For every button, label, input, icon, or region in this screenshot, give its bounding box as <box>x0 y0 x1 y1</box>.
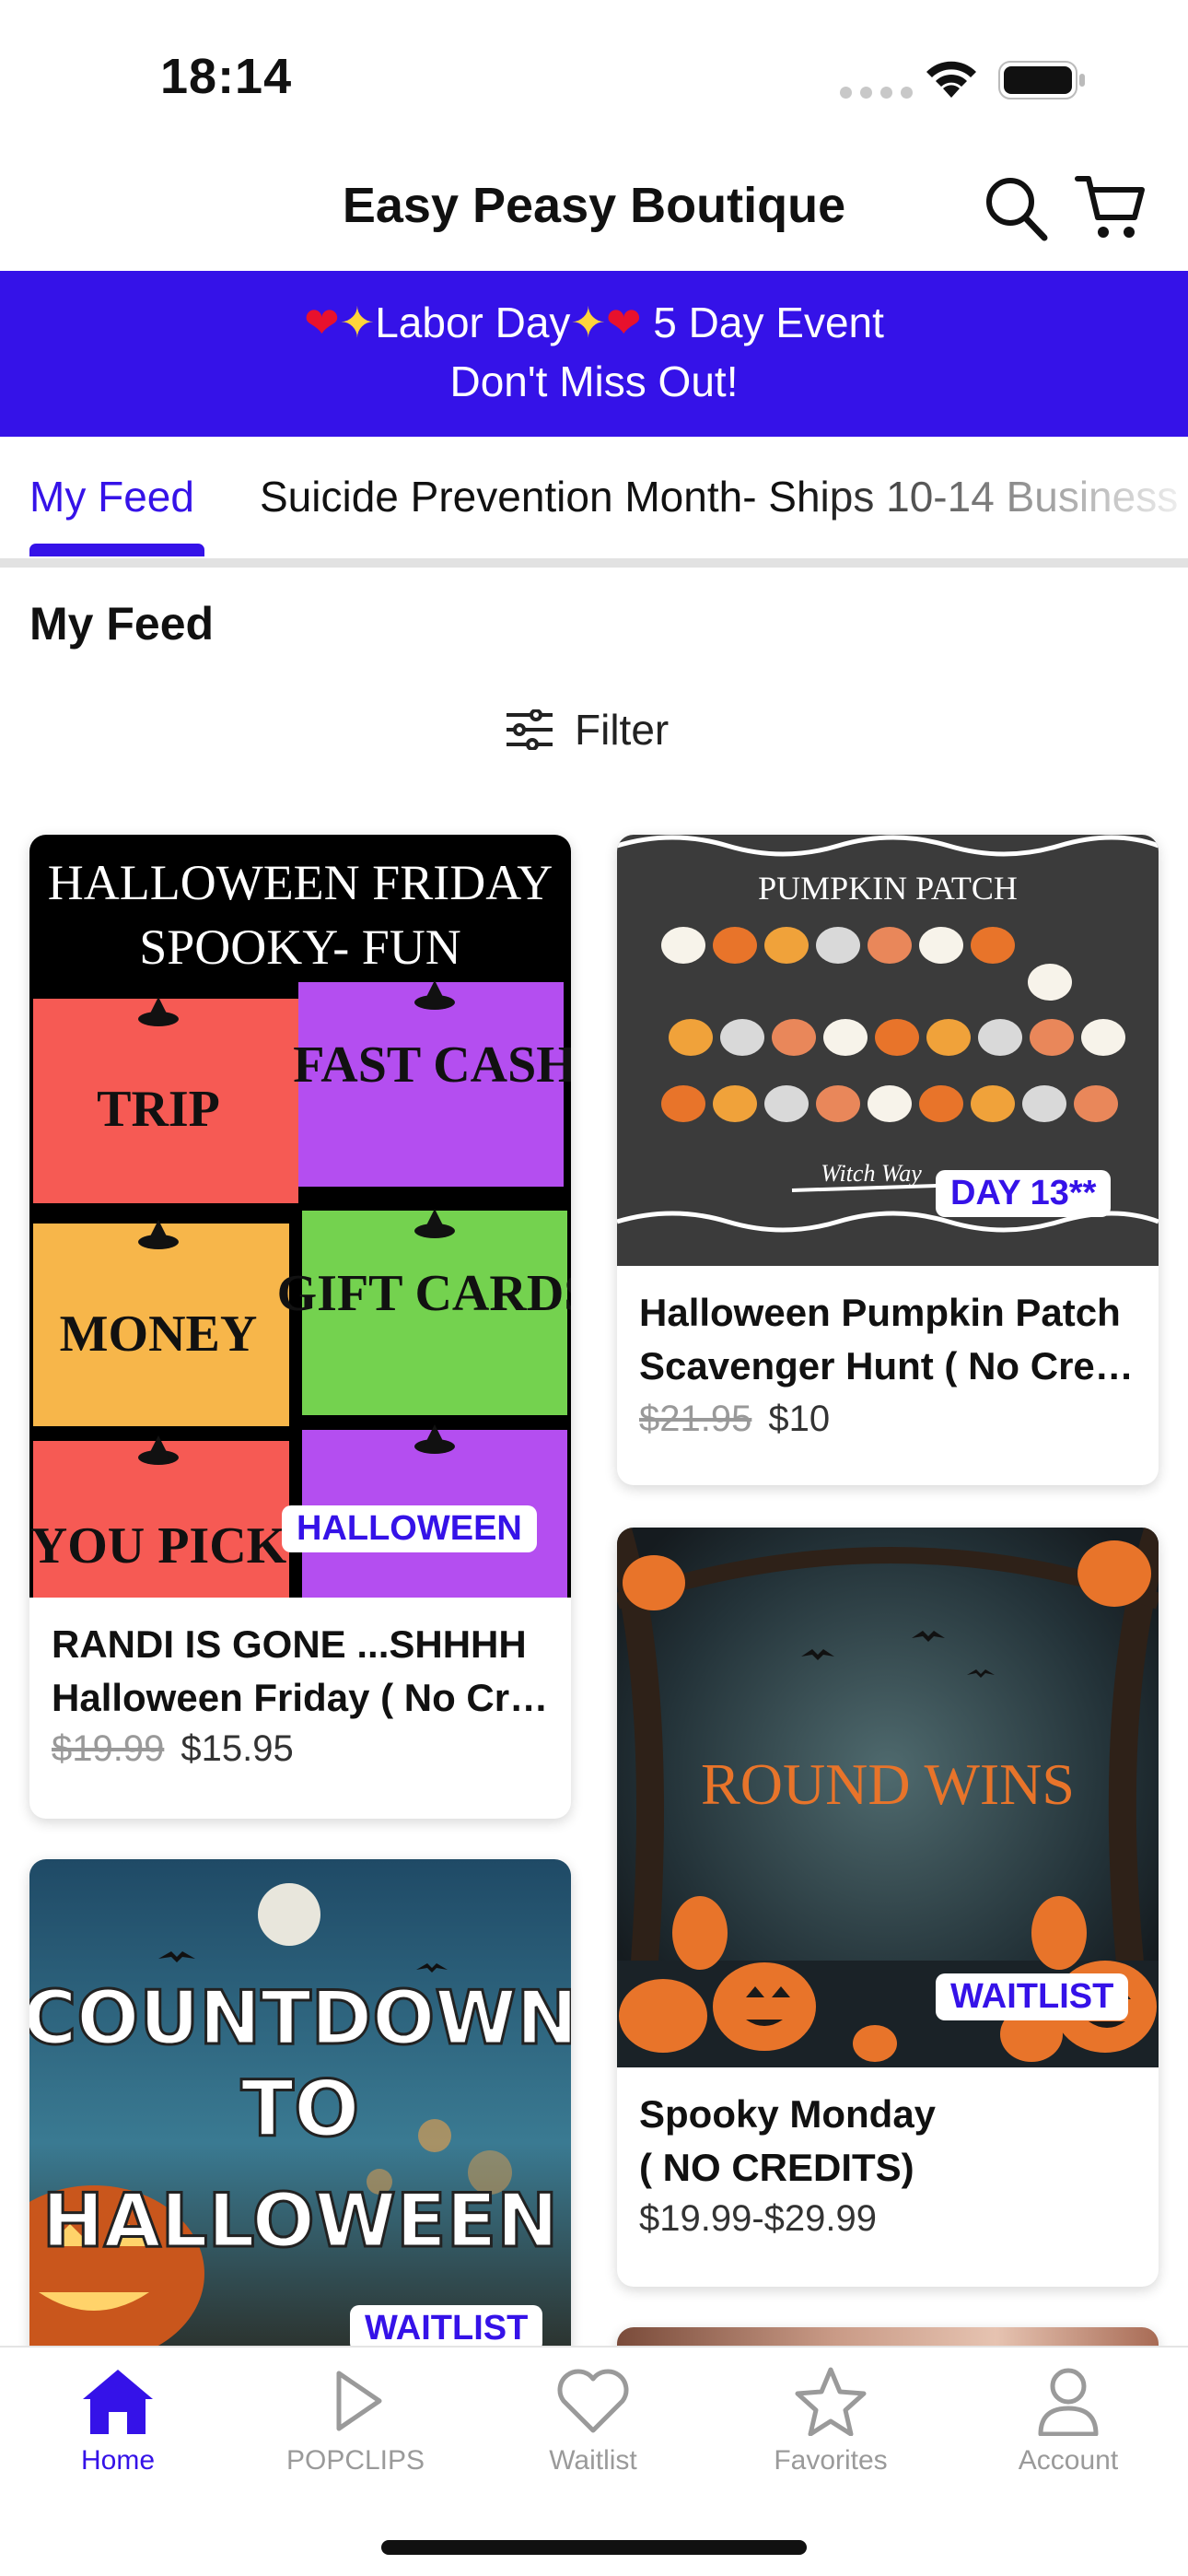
person-icon <box>1038 2368 1099 2436</box>
pumpkin-illustration <box>713 927 757 964</box>
product-name: Halloween Pumpkin Patch Scavenger Hunt (… <box>639 1291 1136 1388</box>
play-icon <box>336 2371 382 2431</box>
nav-home[interactable]: Home <box>7 2366 228 2476</box>
sparkles-emoji-icon: ✦ <box>339 299 376 346</box>
tile-you-pick: YOU PICK <box>30 1517 287 1575</box>
pumpkin-illustration <box>772 1019 816 1056</box>
image-line-countdown: COUNTDOWN <box>29 1975 571 2061</box>
product-image: ROUND WINS WAITLIST <box>617 1528 1159 2067</box>
active-tab-indicator <box>29 544 204 556</box>
nav-account[interactable]: Account <box>958 2366 1179 2476</box>
divider <box>0 558 1188 568</box>
sparkles-emoji-icon: ✦ <box>570 299 606 346</box>
pumpkin-illustration <box>868 1085 912 1122</box>
product-card[interactable]: PUMPKIN PATCH Witch Way DAY 13** Hallowe… <box>617 835 1159 1485</box>
image-title: PUMPKIN PATCH <box>758 870 1018 907</box>
product-price: $21.95 $10 <box>639 1399 830 1440</box>
promo-banner[interactable]: ❤✦Labor Day✦❤ 5 Day Event Don't Miss Out… <box>0 271 1188 437</box>
pumpkin-illustration <box>1074 1085 1118 1122</box>
product-badge: WAITLIST <box>936 1973 1129 2020</box>
pumpkin-illustration <box>669 1019 713 1056</box>
product-name: Spooky Monday ( NO CREDITS) <box>639 2092 937 2189</box>
nav-waitlist[interactable]: Waitlist <box>483 2366 704 2476</box>
banner-event-length: 5 Day Event <box>641 299 884 346</box>
product-card[interactable]: COUNTDOWN TO HALLOWEEN WAITLIST <box>29 1859 571 2375</box>
product-image: PUMPKIN PATCH Witch Way DAY 13** <box>617 835 1159 1266</box>
product-badge: HALLOWEEN <box>282 1505 537 1552</box>
original-price: $21.95 <box>639 1399 752 1439</box>
heart-emoji-icon: ❤ <box>605 299 642 346</box>
product-image: HALLOWEEN FRIDAY SPOOKY- FUN TRIP FAST C… <box>29 835 571 1598</box>
nav-popclips[interactable]: POPCLIPS <box>245 2366 466 2476</box>
sale-price: $10 <box>768 1399 831 1439</box>
pumpkin-illustration <box>713 1085 757 1122</box>
pumpkin-illustration <box>816 927 860 964</box>
banner-line-1: ❤✦Labor Day✦❤ 5 Day Event <box>0 293 1188 352</box>
heart-emoji-icon: ❤ <box>304 299 340 346</box>
tile-money: MONEY <box>60 1306 258 1363</box>
original-price: $19.99 <box>52 1728 165 1769</box>
product-price: $19.99-$29.99 <box>639 2198 877 2240</box>
pumpkin-illustration <box>1022 1085 1066 1122</box>
pumpkin-illustration <box>816 1085 860 1122</box>
signal-icon <box>840 87 913 99</box>
image-title: ROUND WINS <box>701 1751 1075 1817</box>
pumpkin-illustration <box>764 1085 809 1122</box>
heart-icon <box>557 2369 629 2433</box>
nav-favorites[interactable]: Favorites <box>720 2366 941 2476</box>
status-bar: 18:14 <box>0 0 1188 157</box>
product-card[interactable]: ROUND WINS WAITLIST Spooky Monday (NO C… <box>617 1528 1159 2287</box>
pumpkin-illustration <box>868 927 912 964</box>
tile-gift-cards: GIFT CARDS <box>277 1265 571 1322</box>
pumpkin-illustration <box>1028 964 1072 1001</box>
product-badge: DAY 13** <box>936 1170 1112 1217</box>
star-icon <box>795 2367 867 2436</box>
pumpkin-illustration <box>764 927 809 964</box>
wifi-icon <box>926 61 976 98</box>
home-indicator <box>381 2540 807 2555</box>
pumpkin-illustration <box>1030 1019 1074 1056</box>
price-range: $19.99-$29.99 <box>639 2198 878 2239</box>
tile-fast-cash: FAST CASH <box>293 1036 571 1094</box>
pumpkin-illustration <box>919 927 963 964</box>
pumpkin-illustration <box>661 1085 705 1122</box>
sale-price: $15.95 <box>181 1728 294 1769</box>
image-subtitle: SPOOKY- FUN <box>139 919 461 975</box>
image-caption: Witch Way <box>821 1160 922 1187</box>
pumpkin-illustration <box>875 1019 919 1056</box>
search-icon[interactable] <box>984 175 1048 241</box>
product-card[interactable]: HALLOWEEN FRIDAY SPOOKY- FUN TRIP FAST C… <box>29 835 571 1819</box>
product-image: COUNTDOWN TO HALLOWEEN WAITLIST <box>29 1859 571 2375</box>
tab-my-feed[interactable]: My Feed <box>29 472 194 521</box>
image-title: HALLOWEEN FRIDAY <box>48 855 553 910</box>
pumpkin-illustration <box>919 1085 963 1122</box>
cart-icon[interactable] <box>1074 170 1147 243</box>
section-title: My Feed <box>29 598 215 650</box>
banner-line-2: Don't Miss Out! <box>449 357 739 405</box>
app-header: Easy Peasy Boutique <box>0 157 1188 271</box>
product-name: RANDI IS GONE ...SHHHH Halloween Friday … <box>52 1622 549 1719</box>
tab-fade-overlay <box>801 437 1188 562</box>
pumpkin-illustration <box>971 1085 1015 1122</box>
collection-tabs: My Feed Suicide Prevention Month- Ships … <box>0 437 1188 562</box>
filter-sliders-icon <box>507 709 553 750</box>
status-time: 18:14 <box>160 49 293 104</box>
image-line-halloween: HALLOWEEN <box>42 2178 558 2264</box>
image-line-to: TO <box>241 2064 360 2154</box>
banner-event-name: Labor Day <box>375 299 571 346</box>
tile-trip: TRIP <box>97 1081 220 1138</box>
pumpkin-illustration <box>1081 1019 1125 1056</box>
battery-icon <box>998 61 1085 100</box>
pumpkin-illustration <box>978 1019 1022 1056</box>
pumpkin-illustration <box>926 1019 971 1056</box>
product-price: $19.99 $15.95 <box>52 1728 294 1770</box>
pumpkin-illustration <box>823 1019 868 1056</box>
home-icon <box>83 2370 153 2434</box>
filter-label: Filter <box>575 706 670 754</box>
pumpkin-illustration <box>971 927 1015 964</box>
filter-button[interactable]: Filter <box>505 700 669 759</box>
pumpkin-illustration <box>720 1019 764 1056</box>
pumpkin-illustration <box>661 927 705 964</box>
